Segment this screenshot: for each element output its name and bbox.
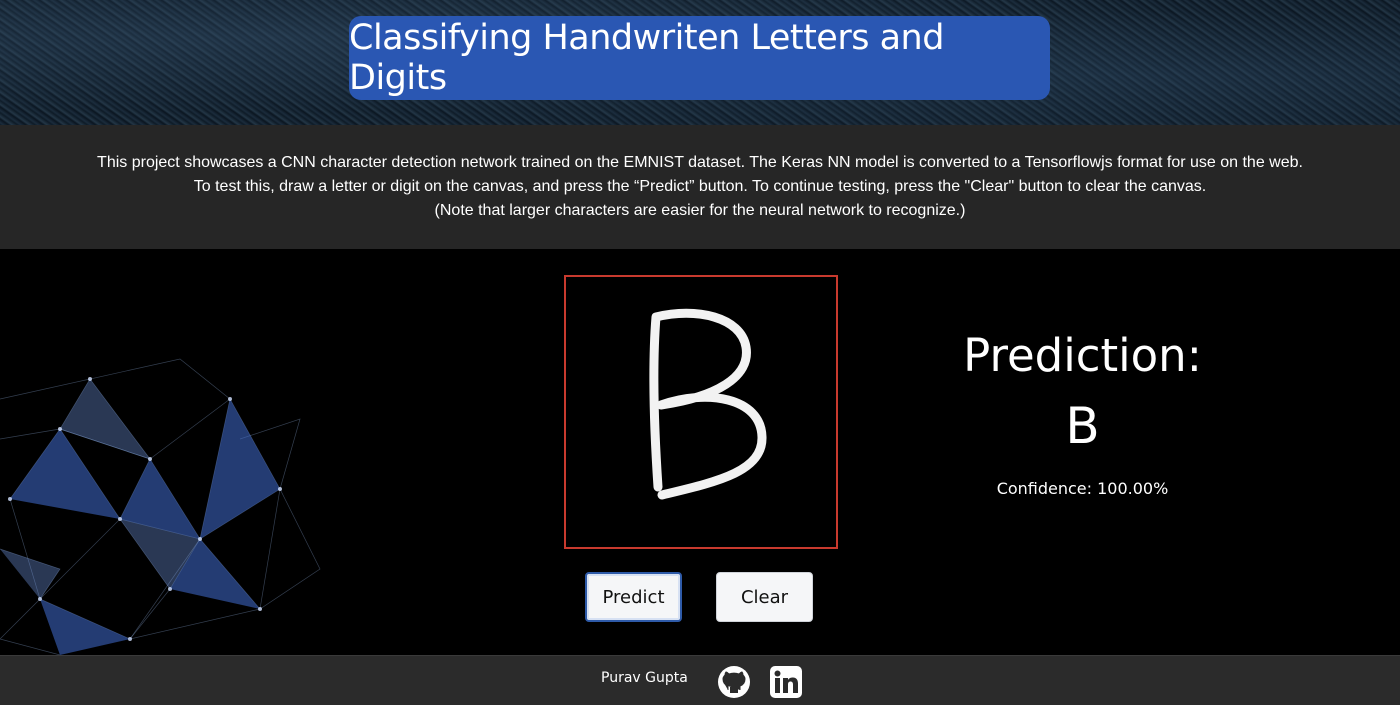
confidence-text: Confidence: 100.00% <box>996 479 1169 498</box>
description-line-2: To test this, draw a letter or digit on … <box>193 178 1207 195</box>
footer: Purav Gupta <box>0 655 1400 705</box>
description-line-3: (Note that larger characters are easier … <box>434 202 966 219</box>
drawn-character-b <box>649 308 767 500</box>
drawing-canvas[interactable] <box>564 275 838 549</box>
clear-button[interactable]: Clear <box>716 572 813 622</box>
linkedin-icon[interactable] <box>769 665 803 699</box>
prediction-label: Prediction: <box>963 329 1202 382</box>
header-banner: Classifying Handwriten Letters and Digit… <box>0 0 1400 125</box>
author-name: Purav Gupta <box>601 670 688 686</box>
network-background-graphic <box>0 358 321 655</box>
main-area: Predict Clear Prediction: B Confidence: … <box>0 249 1400 655</box>
github-icon[interactable] <box>717 665 751 699</box>
project-description: This project showcases a CNN character d… <box>0 125 1400 249</box>
page-title: Classifying Handwriten Letters and Digit… <box>349 16 1050 100</box>
predict-button[interactable]: Predict <box>585 572 682 622</box>
prediction-value: B <box>1065 397 1100 455</box>
description-line-1: This project showcases a CNN character d… <box>97 154 1303 171</box>
